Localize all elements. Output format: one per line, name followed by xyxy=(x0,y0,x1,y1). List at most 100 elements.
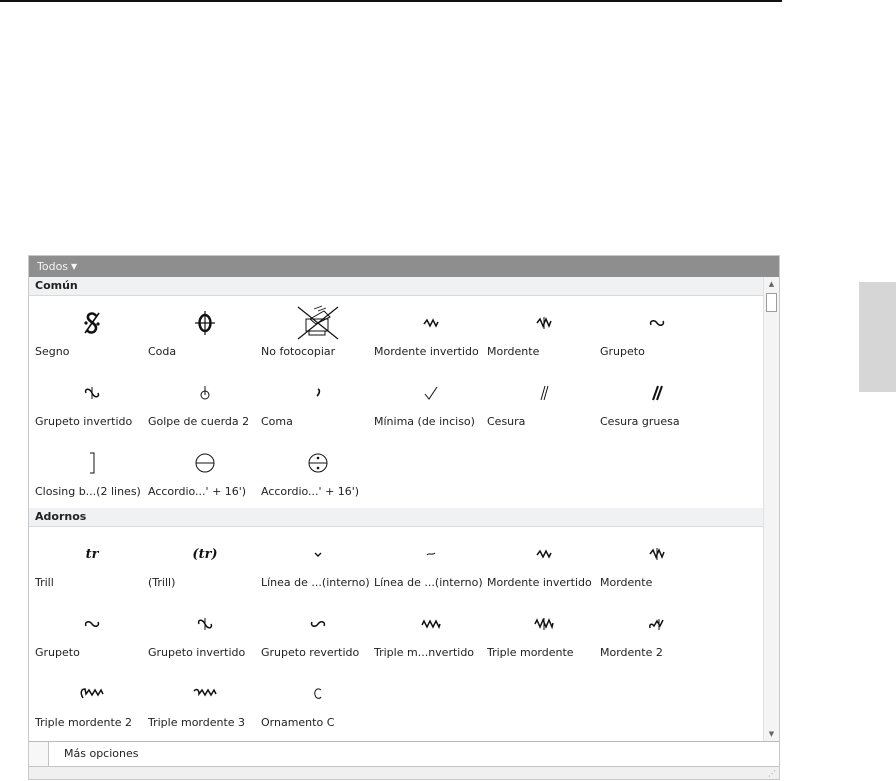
symbol-label: Mínima (de inciso) xyxy=(374,415,475,428)
symbol-item[interactable]: Segno xyxy=(35,298,148,368)
status-bar: ⋰ xyxy=(29,767,779,779)
symbol-item[interactable]: Triple mordente xyxy=(487,599,600,669)
symbol-item[interactable]: Mordente invertido xyxy=(487,529,600,599)
svg-text:(tr): (tr) xyxy=(192,547,217,562)
symbol-label: Triple mordente xyxy=(487,646,574,659)
symbol-label: Grupeto invertido xyxy=(35,415,133,428)
trill-parenthesized-icon: (tr) xyxy=(148,537,261,571)
symbol-item[interactable]: Grupeto revertido xyxy=(261,599,374,669)
symbol-label: Grupeto xyxy=(600,345,645,358)
symbol-label: Triple mordente 3 xyxy=(148,716,246,729)
accordion-register-dot-icon xyxy=(261,446,374,480)
symbol-label: Trill xyxy=(35,576,54,589)
triple-inverted-mordent-icon xyxy=(374,607,487,641)
inverted-turn-icon xyxy=(35,376,148,410)
tick-icon xyxy=(374,376,487,410)
symbol-label: Accordio...' + 16') xyxy=(261,485,360,498)
scroll-down-icon[interactable]: ▼ xyxy=(764,727,779,741)
symbol-item[interactable]: (tr) (Trill) xyxy=(148,529,261,599)
triple-mordent-2-icon xyxy=(35,677,148,711)
inverted-turn-icon xyxy=(148,607,261,641)
section-header: Común xyxy=(29,277,763,296)
palette-content: Común Segno Coda No fotocopiar Mordente inv… xyxy=(29,277,763,741)
scroll-up-icon[interactable]: ▲ xyxy=(764,277,779,291)
symbol-item[interactable]: Línea de ...(interno) xyxy=(261,529,374,599)
filter-dropdown[interactable]: Todos ▼ xyxy=(29,256,779,277)
top-rule xyxy=(0,0,782,2)
trill-icon: tr xyxy=(35,537,148,571)
symbol-item[interactable]: Cesura xyxy=(487,368,600,438)
thick-caesura-icon xyxy=(600,376,713,410)
ornament-c-icon xyxy=(261,677,374,711)
coda-icon xyxy=(148,306,261,340)
symbol-label: Grupeto xyxy=(35,646,80,659)
symbol-item[interactable]: Cesura gruesa xyxy=(600,368,713,438)
comma-icon xyxy=(261,376,374,410)
symbol-item[interactable]: Mordente xyxy=(600,529,713,599)
segno-icon xyxy=(35,306,148,340)
symbol-item[interactable]: Triple m...nvertido xyxy=(374,599,487,669)
symbol-item[interactable]: Accordio...' + 16') xyxy=(261,438,374,508)
symbol-item[interactable]: Golpe de cuerda 2 xyxy=(148,368,261,438)
more-options-link[interactable]: Más opciones xyxy=(64,742,138,766)
symbol-item[interactable]: Coma xyxy=(261,368,374,438)
inverted-mordent-icon xyxy=(487,537,600,571)
scroll-thumb[interactable] xyxy=(766,293,777,312)
symbol-item[interactable]: No fotocopiar xyxy=(261,298,374,368)
symbol-item[interactable]: Grupeto xyxy=(35,599,148,669)
symbol-label: Coda xyxy=(148,345,177,358)
mordent-2-icon xyxy=(600,607,713,641)
snap-pizzicato-icon xyxy=(148,376,261,410)
triple-mordent-icon xyxy=(487,607,600,641)
svg-text:tr: tr xyxy=(85,547,99,562)
symbol-label: Mordente invertido xyxy=(374,345,479,358)
filter-label: Todos xyxy=(37,260,69,273)
symbols-palette: Todos ▼ Común Segno Coda No fotocopiar Mord… xyxy=(28,255,780,780)
symbol-label: (Trill) xyxy=(148,576,176,589)
symbol-item[interactable]: Ornamento C xyxy=(261,669,374,739)
tilde-line-icon xyxy=(374,537,487,571)
more-options-toggle[interactable] xyxy=(29,742,49,766)
symbol-label: Mordente invertido xyxy=(487,576,592,589)
symbol-item[interactable]: Grupeto invertido xyxy=(35,368,148,438)
vertical-scrollbar[interactable]: ▲ ▼ xyxy=(763,277,779,741)
symbol-label: Closing b...(2 lines) xyxy=(35,485,141,498)
symbol-item[interactable]: Coda xyxy=(148,298,261,368)
symbol-item[interactable]: Triple mordente 2 xyxy=(35,669,148,739)
symbol-label: Triple m...nvertido xyxy=(374,646,475,659)
reversed-turn-icon xyxy=(261,607,374,641)
symbol-label: No fotocopiar xyxy=(261,345,336,358)
side-tab xyxy=(859,282,896,392)
symbol-item[interactable]: Accordio...' + 16') xyxy=(148,438,261,508)
symbol-label: Golpe de cuerda 2 xyxy=(148,415,250,428)
symbol-label: Mordente xyxy=(487,345,540,358)
footer-bar: Más opciones xyxy=(29,741,779,767)
symbol-label: Accordio...' + 16') xyxy=(148,485,247,498)
closing-bracket-icon xyxy=(35,446,148,480)
symbol-grid: Segno Coda No fotocopiar Mordente invertido… xyxy=(29,296,763,508)
symbol-label: Triple mordente 2 xyxy=(35,716,133,729)
symbol-item[interactable]: Grupeto xyxy=(600,298,713,368)
short-line-icon xyxy=(261,537,374,571)
symbol-label: Línea de ...(interno) xyxy=(374,576,483,589)
symbol-grid: tr Trill (tr) (Trill) Línea de ...(interno) L… xyxy=(29,527,763,739)
symbol-item[interactable]: Grupeto invertido xyxy=(148,599,261,669)
symbol-label: Línea de ...(interno) xyxy=(261,576,370,589)
accordion-register-icon xyxy=(148,446,261,480)
section-header: Adornos xyxy=(29,508,763,527)
symbol-item[interactable]: Triple mordente 3 xyxy=(148,669,261,739)
symbol-label: Cesura xyxy=(487,415,526,428)
symbol-item[interactable]: Línea de ...(interno) xyxy=(374,529,487,599)
turn-icon xyxy=(600,306,713,340)
caret-down-icon: ▼ xyxy=(71,262,78,271)
turn-icon xyxy=(35,607,148,641)
symbol-item[interactable]: Mínima (de inciso) xyxy=(374,368,487,438)
symbol-item[interactable]: Mordente 2 xyxy=(600,599,713,669)
caesura-icon xyxy=(487,376,600,410)
symbol-item[interactable]: Mordente xyxy=(487,298,600,368)
symbol-item[interactable]: tr Trill xyxy=(35,529,148,599)
resize-grip-icon[interactable]: ⋰ xyxy=(768,770,776,778)
inverted-mordent-icon xyxy=(374,306,487,340)
symbol-item[interactable]: Mordente invertido xyxy=(374,298,487,368)
symbol-item[interactable]: Closing b...(2 lines) xyxy=(35,438,148,508)
